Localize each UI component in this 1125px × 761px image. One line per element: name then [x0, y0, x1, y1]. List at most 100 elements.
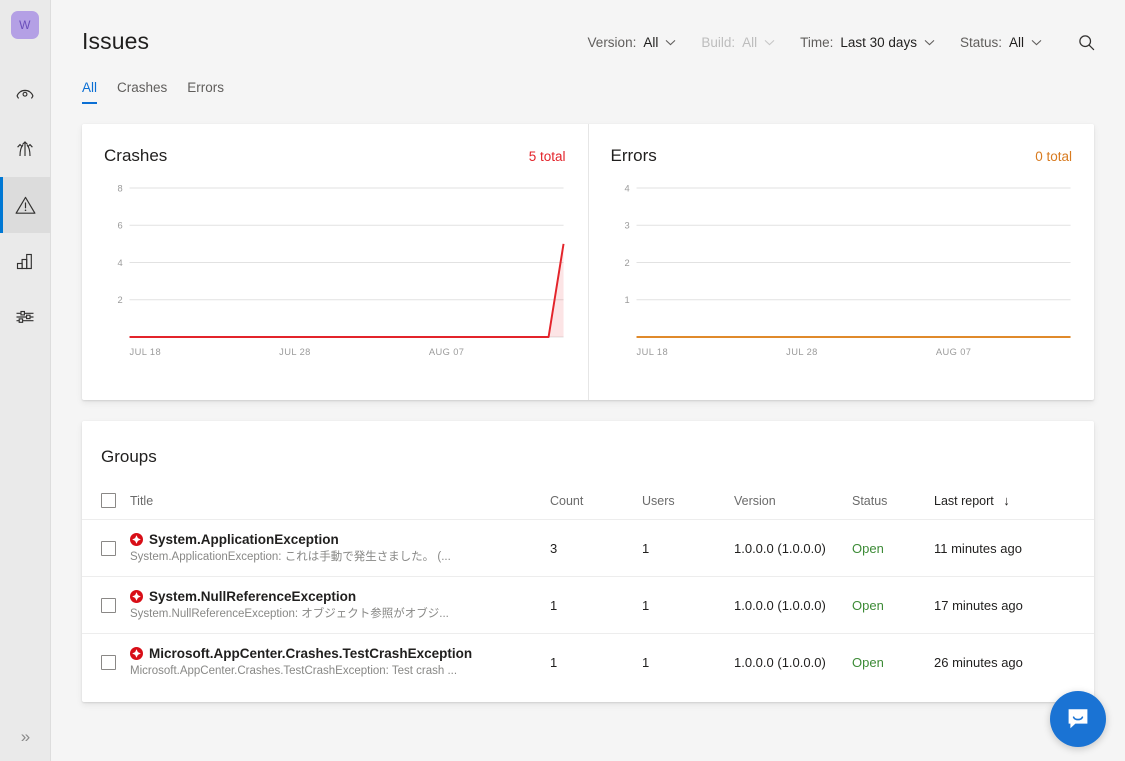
y-tick-label: 4	[624, 182, 629, 193]
row-select-cell	[82, 634, 130, 691]
crash-icon	[130, 647, 143, 660]
filter-version-label: Version:	[588, 35, 637, 50]
page-title: Issues	[82, 28, 149, 55]
filter-time-label: Time:	[800, 35, 833, 50]
row-last-report: 17 minutes ago	[934, 577, 1094, 634]
column-users[interactable]: Users	[642, 467, 734, 520]
issue-title-wrap: Microsoft.AppCenter.Crashes.TestCrashExc…	[130, 645, 550, 679]
issue-title-wrap: System.ApplicationException System.Applic…	[130, 531, 550, 565]
row-select-cell	[82, 577, 130, 634]
filter-build-label: Build:	[701, 35, 735, 50]
crash-icon	[130, 533, 143, 546]
column-version[interactable]: Version	[734, 467, 852, 520]
filter-status-label: Status:	[960, 35, 1002, 50]
tab-errors[interactable]: Errors	[187, 80, 224, 104]
errors-chart-pane: Errors 0 total 1234JUL 18JUL 28AUG 07	[588, 124, 1095, 400]
status-badge: Open	[852, 541, 884, 556]
sidebar-nav	[0, 65, 51, 345]
sliders-icon	[13, 305, 37, 329]
filter-time[interactable]: Time: Last 30 days	[800, 35, 935, 50]
row-last-report: 26 minutes ago	[934, 634, 1094, 691]
column-title[interactable]: Title	[130, 467, 550, 520]
crashes-total[interactable]: 5 total	[529, 149, 566, 164]
select-all-checkbox[interactable]	[101, 493, 116, 508]
search-button[interactable]	[1075, 31, 1097, 53]
row-title-cell: Microsoft.AppCenter.Crashes.TestCrashExc…	[130, 634, 550, 691]
x-tick-label: AUG 07	[429, 346, 465, 357]
sidebar-expand-button[interactable]: »	[0, 727, 51, 747]
y-tick-label: 2	[624, 257, 629, 268]
chat-bubble-icon	[1065, 706, 1091, 732]
groups-table: Title Count Users Version Status Last re…	[82, 467, 1094, 690]
crash-icon	[130, 590, 143, 603]
issue-title[interactable]: System.NullReferenceException	[149, 588, 356, 605]
y-tick-label: 6	[117, 220, 122, 231]
gauge-icon	[13, 81, 37, 105]
issue-title-wrap: System.NullReferenceException System.Null…	[130, 588, 550, 622]
tab-crashes[interactable]: Crashes	[117, 80, 167, 104]
errors-total[interactable]: 0 total	[1035, 149, 1072, 164]
issue-subtitle: System.NullReferenceException: オブジェクト参照が…	[130, 608, 449, 620]
chevron-down-icon	[1031, 39, 1042, 46]
table-row[interactable]: Microsoft.AppCenter.Crashes.TestCrashExc…	[82, 634, 1094, 691]
table-row[interactable]: System.NullReferenceException System.Null…	[82, 577, 1094, 634]
status-badge: Open	[852, 655, 884, 670]
table-header-row: Title Count Users Version Status Last re…	[82, 467, 1094, 520]
filter-build: Build: All	[701, 35, 775, 50]
issue-subtitle: System.ApplicationException: これは手動で発生さまし…	[130, 551, 451, 563]
crashes-line-chart[interactable]: 2468JUL 18JUL 28AUG 07	[104, 178, 566, 363]
main-region: Issues Version: All Build: All Time: Las…	[51, 0, 1125, 761]
sidebar-item-diagnostics[interactable]	[0, 177, 51, 233]
row-status: Open	[852, 577, 934, 634]
column-last-report[interactable]: Last report ↓	[934, 467, 1094, 520]
groups-table-head: Title Count Users Version Status Last re…	[82, 467, 1094, 520]
issue-subtitle: Microsoft.AppCenter.Crashes.TestCrashExc…	[130, 665, 457, 677]
row-count: 1	[550, 577, 642, 634]
column-count[interactable]: Count	[550, 467, 642, 520]
row-title-cell: System.ApplicationException System.Applic…	[130, 520, 550, 577]
row-version: 1.0.0.0 (1.0.0.0)	[734, 577, 852, 634]
errors-chart-body[interactable]: 1234JUL 18JUL 28AUG 07	[611, 178, 1073, 363]
bar-chart-icon	[13, 249, 37, 273]
table-row[interactable]: System.ApplicationException System.Applic…	[82, 520, 1094, 577]
issue-title[interactable]: Microsoft.AppCenter.Crashes.TestCrashExc…	[149, 645, 472, 662]
y-tick-label: 2	[117, 294, 122, 305]
sidebar-item-build[interactable]	[0, 65, 51, 121]
y-tick-label: 1	[624, 294, 629, 305]
row-checkbox[interactable]	[101, 655, 116, 670]
x-tick-label: JUL 28	[279, 346, 311, 357]
x-tick-label: AUG 07	[935, 346, 971, 357]
row-version: 1.0.0.0 (1.0.0.0)	[734, 634, 852, 691]
sidebar-item-settings[interactable]	[0, 289, 51, 345]
crashes-chart-body[interactable]: 2468JUL 18JUL 28AUG 07	[104, 178, 566, 363]
warning-triangle-icon	[13, 193, 38, 218]
row-status: Open	[852, 520, 934, 577]
row-count: 1	[550, 634, 642, 691]
row-users: 1	[642, 520, 734, 577]
x-tick-label: JUL 18	[636, 346, 668, 357]
issue-title[interactable]: System.ApplicationException	[149, 531, 339, 548]
crashes-chart-pane: Crashes 5 total 2468JUL 18JUL 28AUG 07	[82, 124, 588, 400]
chat-launcher-button[interactable]	[1050, 691, 1106, 747]
row-users: 1	[642, 577, 734, 634]
filter-status[interactable]: Status: All	[960, 35, 1042, 50]
filter-version[interactable]: Version: All	[588, 35, 677, 50]
errors-chart-header: Errors 0 total	[611, 146, 1073, 166]
row-checkbox[interactable]	[101, 541, 116, 556]
issue-title-line: Microsoft.AppCenter.Crashes.TestCrashExc…	[130, 645, 550, 662]
x-tick-label: JUL 18	[130, 346, 162, 357]
avatar[interactable]: W	[11, 11, 39, 39]
filter-build-value: All	[742, 35, 757, 50]
y-tick-label: 3	[624, 220, 629, 231]
status-badge: Open	[852, 598, 884, 613]
sidebar-item-analytics[interactable]	[0, 233, 51, 289]
sidebar-item-distribute[interactable]	[0, 121, 51, 177]
crashes-chart-header: Crashes 5 total	[104, 146, 566, 166]
data-line	[130, 244, 564, 337]
column-status[interactable]: Status	[852, 467, 934, 520]
row-users: 1	[642, 634, 734, 691]
errors-line-chart[interactable]: 1234JUL 18JUL 28AUG 07	[611, 178, 1073, 363]
row-checkbox[interactable]	[101, 598, 116, 613]
page-content: Crashes 5 total 2468JUL 18JUL 28AUG 07 E…	[51, 104, 1125, 702]
tab-all[interactable]: All	[82, 80, 97, 104]
